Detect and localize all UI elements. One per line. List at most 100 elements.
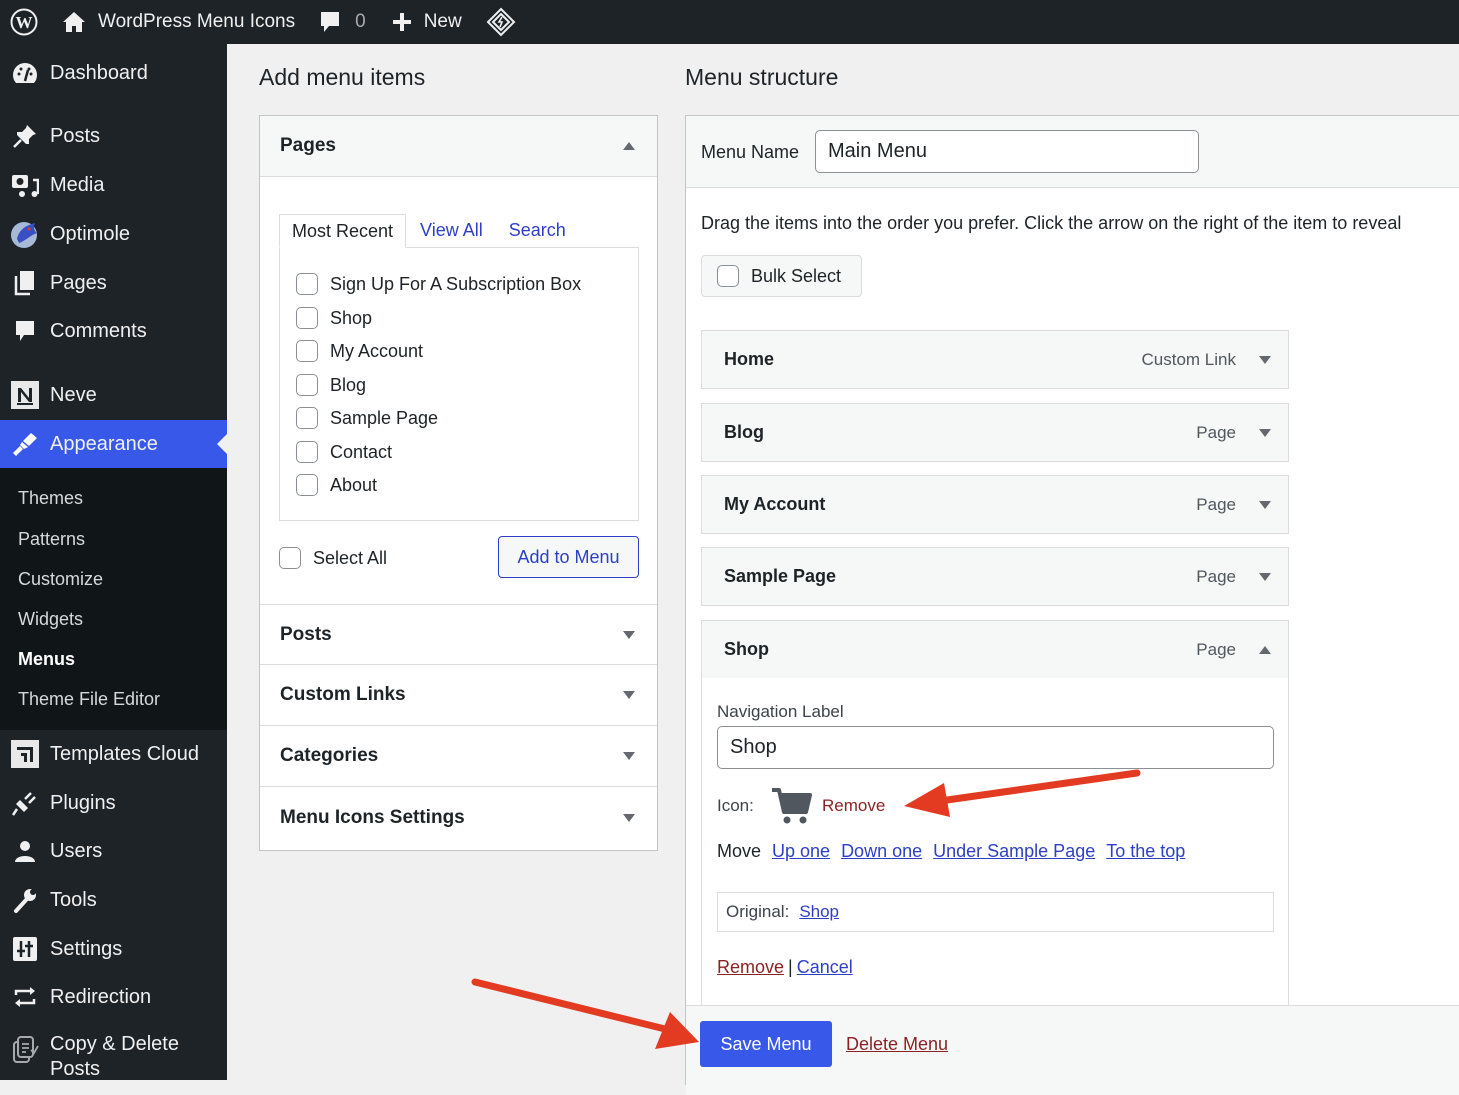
svg-text:W: W <box>16 13 33 32</box>
remove-icon-link[interactable]: Remove <box>822 796 885 816</box>
accordion-pages[interactable]: Pages <box>260 116 657 177</box>
page-checkbox-item[interactable]: Sign Up For A Subscription Box <box>296 273 581 295</box>
tab-search[interactable]: Search <box>497 214 578 248</box>
submenu-theme-file-editor[interactable]: Theme File Editor <box>18 689 160 710</box>
separator: | <box>788 957 793 977</box>
sidebar-item-appearance[interactable]: Appearance <box>0 420 227 468</box>
add-menu-items-heading: Add menu items <box>259 64 426 90</box>
collapse-arrow-icon[interactable] <box>1259 645 1271 654</box>
move-down-one-link[interactable]: Down one <box>841 841 922 862</box>
submenu-patterns[interactable]: Patterns <box>18 529 85 550</box>
comments-link[interactable]: 0 <box>309 0 376 44</box>
checkbox[interactable] <box>296 407 318 429</box>
checkbox[interactable] <box>296 307 318 329</box>
accordion-custom-links[interactable]: Custom Links <box>260 665 657 726</box>
expand-arrow-icon[interactable] <box>1259 428 1271 437</box>
expand-arrow-icon[interactable] <box>1259 572 1271 581</box>
add-to-menu-button[interactable]: Add to Menu <box>498 536 639 578</box>
page-checkbox-item[interactable]: Blog <box>296 374 366 396</box>
sidebar-item-plugins[interactable]: Plugins <box>0 788 227 818</box>
original-shop-link[interactable]: Shop <box>799 902 839 922</box>
comment-icon <box>0 319 50 343</box>
item-actions: Remove | Cancel <box>717 957 853 978</box>
site-name-link[interactable]: WordPress Menu Icons <box>52 0 305 44</box>
page-checkbox-item[interactable]: Shop <box>296 307 372 329</box>
select-all-label: Select All <box>313 547 388 568</box>
accordion-posts[interactable]: Posts <box>260 604 657 665</box>
plugin-toolbar-button[interactable] <box>476 0 526 44</box>
wordpress-logo-button[interactable]: W <box>0 0 52 44</box>
sidebar-item-dashboard[interactable]: Dashboard <box>0 58 227 88</box>
move-links: Move Up one Down one Under Sample Page T… <box>717 841 1185 862</box>
original-label: Original: <box>726 902 790 921</box>
checkbox[interactable] <box>296 273 318 295</box>
icon-label: Icon: <box>717 796 754 815</box>
cancel-link[interactable]: Cancel <box>797 957 853 978</box>
submenu-menus[interactable]: Menus <box>18 649 75 670</box>
sidebar-label: Neve <box>50 383 97 406</box>
move-under-sample-page-link[interactable]: Under Sample Page <box>933 841 1095 862</box>
sidebar-item-optimole[interactable]: Optimole <box>0 219 227 249</box>
sidebar-item-media[interactable]: Media <box>0 170 227 200</box>
tab-view-all[interactable]: View All <box>408 214 495 248</box>
menu-structure-heading: Menu structure <box>685 64 839 90</box>
page-checkbox-item[interactable]: Sample Page <box>296 407 438 429</box>
checkbox[interactable] <box>296 374 318 396</box>
expand-arrow-icon[interactable] <box>1259 500 1271 509</box>
menu-item-my-account[interactable]: My Account Page <box>701 475 1289 534</box>
accordion-menu-icons-settings[interactable]: Menu Icons Settings <box>260 787 657 848</box>
page-checkbox-item[interactable]: About <box>296 474 377 496</box>
expand-arrow-icon <box>623 813 635 822</box>
templates-cloud-icon <box>0 740 50 768</box>
sidebar-item-posts[interactable]: Posts <box>0 121 227 151</box>
sidebar-item-templates-cloud[interactable]: Templates Cloud <box>0 739 227 769</box>
sidebar-item-neve[interactable]: Neve <box>0 380 227 410</box>
checkbox[interactable] <box>296 474 318 496</box>
submenu-themes[interactable]: Themes <box>18 488 83 509</box>
checkbox[interactable] <box>296 340 318 362</box>
move-to-top-link[interactable]: To the top <box>1106 841 1185 862</box>
sidebar-label: Redirection <box>50 985 152 1008</box>
accordion-title: Menu Icons Settings <box>280 806 465 828</box>
sidebar-label: Comments <box>50 319 147 342</box>
page-label: Contact <box>330 441 393 462</box>
sidebar-item-redirection[interactable]: Redirection <box>0 982 227 1012</box>
save-menu-button[interactable]: Save Menu <box>700 1021 832 1067</box>
submenu-customize[interactable]: Customize <box>18 569 103 590</box>
select-all-checkbox[interactable]: Select All <box>279 547 387 569</box>
sidebar-item-copy-delete-posts[interactable]: Copy & Delete Posts <box>0 1032 227 1084</box>
remove-item-link[interactable]: Remove <box>717 957 784 978</box>
checkbox[interactable] <box>296 441 318 463</box>
cart-icon[interactable] <box>770 786 812 826</box>
menu-item-home[interactable]: Home Custom Link <box>701 330 1289 389</box>
submenu-widgets[interactable]: Widgets <box>18 609 83 630</box>
sidebar-item-users[interactable]: Users <box>0 836 227 866</box>
neve-icon <box>0 381 50 409</box>
delete-menu-link[interactable]: Delete Menu <box>846 1034 948 1055</box>
navigation-label-input[interactable]: Shop <box>717 726 1274 769</box>
menu-item-shop[interactable]: Shop Page <box>701 620 1289 679</box>
redirect-icon <box>0 986 50 1008</box>
page-checkbox-item[interactable]: My Account <box>296 340 423 362</box>
bulk-select-button[interactable]: Bulk Select <box>701 255 862 297</box>
page-checkbox-item[interactable]: Contact <box>296 441 392 463</box>
collapse-arrow-icon <box>623 142 635 150</box>
menu-name-input[interactable]: Main Menu <box>815 130 1199 173</box>
checkbox[interactable] <box>717 265 739 287</box>
checkbox[interactable] <box>279 547 301 569</box>
wordpress-icon: W <box>10 8 38 36</box>
sidebar-item-pages[interactable]: Pages <box>0 268 227 298</box>
sidebar-item-settings[interactable]: Settings <box>0 934 227 964</box>
tab-most-recent[interactable]: Most Recent <box>279 214 407 248</box>
sidebar-item-comments[interactable]: Comments <box>0 316 227 346</box>
expand-arrow-icon[interactable] <box>1259 355 1271 364</box>
sidebar-item-tools[interactable]: Tools <box>0 885 227 915</box>
accordion-categories[interactable]: Categories <box>260 726 657 787</box>
menu-item-sample-page[interactable]: Sample Page Page <box>701 547 1289 606</box>
most-recent-pages-list: Sign Up For A Subscription Box Shop My A… <box>279 247 639 521</box>
new-content-link[interactable]: New <box>382 0 472 44</box>
menu-item-blog[interactable]: Blog Page <box>701 403 1289 462</box>
add-menu-items-panel: Pages Most Recent View All Search Sign U… <box>259 115 658 851</box>
accordion-title: Pages <box>280 135 336 156</box>
move-up-one-link[interactable]: Up one <box>772 841 830 862</box>
